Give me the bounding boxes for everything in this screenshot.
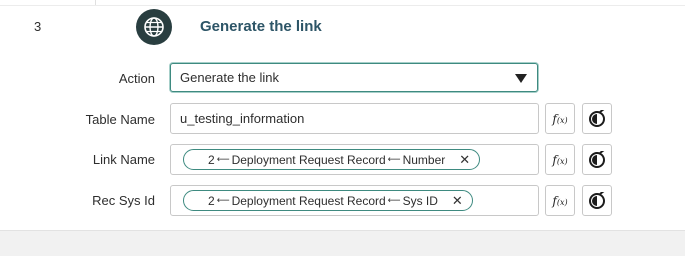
table-name-label: Table Name xyxy=(85,112,155,127)
close-icon[interactable]: ✕ xyxy=(452,193,463,209)
globe-icon xyxy=(136,9,172,45)
pill-step-index: 2 xyxy=(208,193,215,208)
rec-sys-id-input[interactable]: 2 ⟵ Deployment Request Record ⟵ Sys ID ✕ xyxy=(170,185,539,216)
close-icon[interactable]: ✕ xyxy=(459,152,470,168)
table-name-function-button[interactable]: f(x) xyxy=(545,103,575,134)
pill-arrow: ⟵ xyxy=(387,195,401,205)
data-pill-picker-icon xyxy=(589,191,605,209)
action-select[interactable]: Generate the link xyxy=(170,63,538,92)
table-name-input[interactable]: u_testing_information xyxy=(170,103,539,134)
pill-field-name: Sys ID xyxy=(402,193,438,208)
pill-record-name: Deployment Request Record xyxy=(231,152,386,167)
link-name-function-button[interactable]: f(x) xyxy=(545,144,575,175)
data-pill-picker-icon xyxy=(589,109,605,127)
column-divider xyxy=(95,0,96,5)
link-name-data-pill[interactable]: 2 ⟵ Deployment Request Record ⟵ Number ✕ xyxy=(183,149,481,170)
rec-sys-id-data-pill-button[interactable] xyxy=(582,185,612,216)
pill-arrow: ⟵ xyxy=(216,154,230,164)
caret-down-icon xyxy=(515,74,527,83)
rec-sys-id-data-pill[interactable]: 2 ⟵ Deployment Request Record ⟵ Sys ID ✕ xyxy=(183,190,473,211)
link-name-input[interactable]: 2 ⟵ Deployment Request Record ⟵ Number ✕ xyxy=(170,144,539,175)
top-divider xyxy=(0,5,685,6)
pill-field-name: Number xyxy=(402,152,446,167)
flow-step-panel: 3 Generate the link Action Generate the … xyxy=(0,0,685,231)
function-icon: f(x) xyxy=(552,111,568,126)
step-number: 3 xyxy=(34,19,42,34)
action-label: Action xyxy=(118,71,155,86)
pill-arrow: ⟵ xyxy=(387,154,401,164)
link-name-label: Link Name xyxy=(92,152,155,167)
function-icon: f(x) xyxy=(552,152,568,167)
pill-step-index: 2 xyxy=(208,152,215,167)
action-select-value: Generate the link xyxy=(180,70,280,85)
function-icon: f(x) xyxy=(552,193,568,208)
step-title[interactable]: Generate the link xyxy=(200,18,322,35)
table-name-data-pill-button[interactable] xyxy=(582,103,612,134)
pill-record-name: Deployment Request Record xyxy=(231,193,386,208)
table-name-value: u_testing_information xyxy=(180,111,305,126)
rec-sys-id-label: Rec Sys Id xyxy=(92,193,155,208)
rec-sys-id-function-button[interactable]: f(x) xyxy=(545,185,575,216)
pill-arrow: ⟵ xyxy=(216,195,230,205)
link-name-data-pill-button[interactable] xyxy=(582,144,612,175)
data-pill-picker-icon xyxy=(589,150,605,168)
